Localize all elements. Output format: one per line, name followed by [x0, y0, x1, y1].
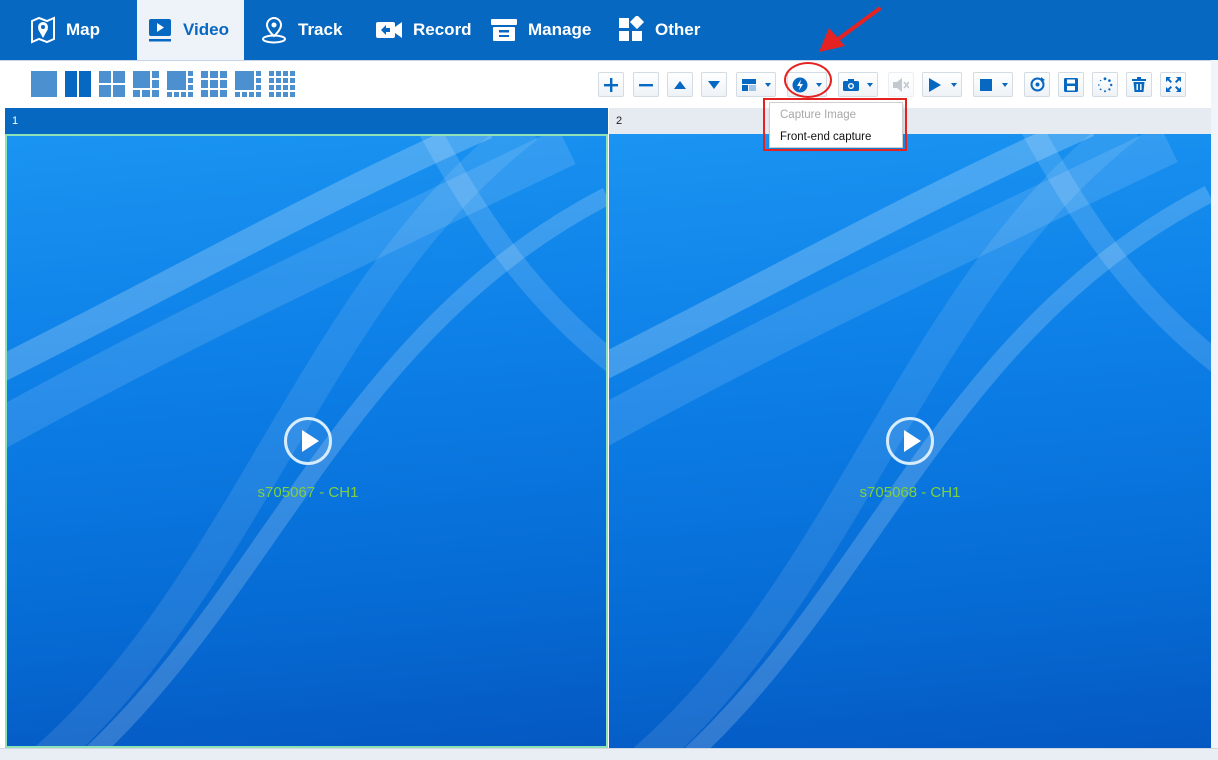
nav-track[interactable]: Track	[250, 0, 360, 60]
play-icon	[904, 430, 921, 452]
stop-icon	[980, 78, 992, 91]
window-layout-icon	[742, 78, 756, 91]
capture-bolt-icon	[792, 77, 808, 92]
nav-record-label: Record	[413, 20, 472, 39]
video-play-icon	[149, 19, 171, 42]
nav-record[interactable]: Record	[365, 0, 477, 60]
layout-6-windows-icon[interactable]	[132, 70, 160, 98]
pane-1-header: 1	[5, 108, 608, 134]
trash-icon	[1132, 77, 1146, 92]
pane-2-play-button[interactable]	[886, 417, 934, 465]
refresh-button[interactable]	[1024, 72, 1050, 97]
video-toolbar	[0, 60, 1218, 107]
triangle-up-icon	[674, 80, 686, 89]
save-button[interactable]	[1058, 72, 1084, 97]
nav-map-label: Map	[66, 20, 100, 39]
layout-mode-dropdown[interactable]	[761, 72, 776, 97]
menu-item-front-end-capture[interactable]: Front-end capture	[770, 126, 902, 148]
pane-2-video-area[interactable]: s705068 - CH1	[609, 134, 1211, 748]
play-icon	[929, 77, 941, 92]
capture-button[interactable]	[787, 72, 813, 97]
stop-all-dropdown[interactable]	[998, 72, 1013, 97]
loading-spinner-icon	[1098, 76, 1113, 92]
delete-button[interactable]	[1126, 72, 1152, 97]
play-all-button[interactable]	[922, 72, 948, 97]
chevron-down-icon	[816, 82, 822, 87]
layout-2-windows-icon[interactable]	[64, 70, 92, 98]
nav-other-label: Other	[655, 20, 701, 39]
zoom-out-button[interactable]	[633, 72, 659, 97]
nav-map[interactable]: Map	[20, 0, 130, 60]
chevron-down-icon	[765, 82, 771, 87]
play-icon	[302, 430, 319, 452]
play-all-dropdown[interactable]	[947, 72, 962, 97]
preset-down-button[interactable]	[701, 72, 727, 97]
save-disk-icon	[1064, 77, 1078, 92]
refresh-icon	[1030, 77, 1045, 92]
minus-icon	[639, 83, 653, 86]
nav-manage-label: Manage	[528, 20, 592, 39]
plus-icon	[604, 77, 618, 92]
triangle-down-icon	[708, 80, 720, 89]
bottom-status-bar	[0, 748, 1218, 760]
video-pane-1[interactable]: 1 s705067 - CH1	[5, 108, 608, 748]
zoom-in-button[interactable]	[598, 72, 624, 97]
video-pane-2[interactable]: 2 s705068 - CH1	[609, 108, 1211, 748]
nav-track-label: Track	[298, 20, 343, 39]
capture-dropdown-menu: Capture Image Front-end capture	[769, 102, 903, 148]
pane-1-index: 1	[12, 115, 19, 127]
chevron-down-icon	[1002, 82, 1008, 87]
capture-dropdown[interactable]	[812, 72, 827, 97]
apps-grid-icon	[619, 16, 645, 41]
fullscreen-icon	[1165, 77, 1181, 92]
camera-icon	[843, 79, 859, 91]
manage-archive-icon	[491, 19, 517, 41]
top-navigation: Map Video Track Record Manage Other	[0, 0, 1218, 60]
pane-2-header: 2	[609, 108, 1211, 134]
snapshot-button[interactable]	[838, 72, 864, 97]
location-track-icon	[262, 16, 286, 44]
scrollbar-edge	[1211, 60, 1218, 760]
mute-button[interactable]	[888, 72, 914, 97]
snapshot-dropdown[interactable]	[863, 72, 878, 97]
record-rewind-icon	[376, 22, 402, 38]
chevron-down-icon	[867, 82, 873, 87]
menu-item-capture-image[interactable]: Capture Image	[770, 104, 902, 126]
layout-mode-button[interactable]	[736, 72, 762, 97]
layout-8-windows-icon[interactable]	[166, 70, 194, 98]
app-window: Map Video Track Record Manage Other 1 s7…	[0, 0, 1218, 760]
layout-10-windows-icon[interactable]	[234, 70, 262, 98]
preset-up-button[interactable]	[667, 72, 693, 97]
pane-1-video-area[interactable]: s705067 - CH1	[5, 134, 608, 748]
nav-video-label: Video	[183, 20, 229, 39]
layout-9-windows-icon[interactable]	[200, 70, 228, 98]
fullscreen-button[interactable]	[1160, 72, 1186, 97]
layout-4-windows-icon[interactable]	[98, 70, 126, 98]
pane-2-channel-label: s705068 - CH1	[859, 484, 961, 501]
layout-1-window-icon[interactable]	[30, 70, 58, 98]
map-pin-icon	[31, 16, 55, 44]
loading-button[interactable]	[1092, 72, 1118, 97]
nav-other[interactable]: Other	[607, 0, 717, 60]
pane-1-play-button[interactable]	[284, 417, 332, 465]
pane-2-index: 2	[616, 115, 623, 127]
nav-video[interactable]: Video	[137, 0, 244, 60]
pane-1-channel-label: s705067 - CH1	[257, 484, 359, 501]
chevron-down-icon	[951, 82, 957, 87]
speaker-mute-icon	[893, 77, 909, 92]
layout-16-windows-icon[interactable]	[268, 70, 296, 98]
nav-manage[interactable]: Manage	[480, 0, 598, 60]
stop-all-button[interactable]	[973, 72, 999, 97]
